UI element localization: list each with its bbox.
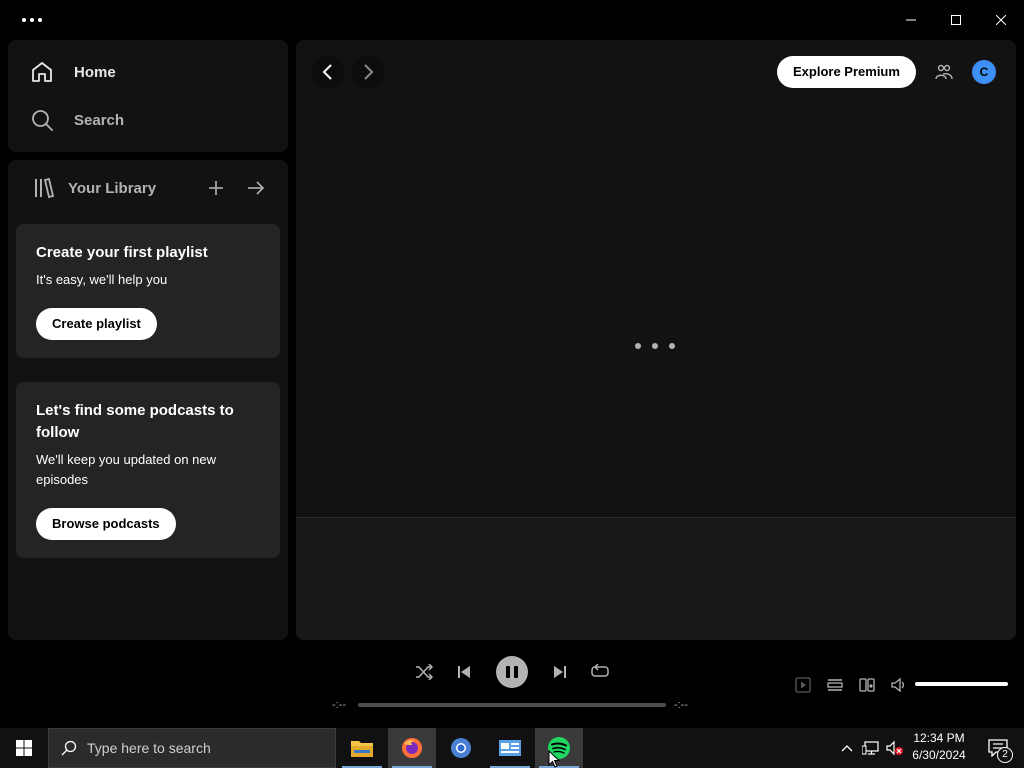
skip-forward-icon: [554, 666, 566, 678]
queue-icon: [827, 679, 843, 691]
previous-button[interactable]: [452, 660, 476, 684]
podcasts-subtitle: We'll keep you updated on new episodes: [36, 452, 217, 487]
remaining-time: -:--: [674, 699, 689, 711]
create-playlist-card: Create your first playlist It's easy, we…: [16, 224, 280, 358]
library-panel: Your Library Create your first playlist …: [8, 160, 288, 640]
podcasts-card: Let's find some podcasts to follow We'll…: [16, 382, 280, 558]
repeat-button[interactable]: [588, 660, 612, 684]
taskbar-search-input[interactable]: Type here to search: [48, 728, 336, 768]
expand-library-button[interactable]: [244, 176, 268, 200]
taskbar-control-panel[interactable]: [486, 728, 534, 768]
maximize-icon: [951, 15, 961, 25]
pause-icon: [506, 666, 510, 678]
devices-icon: [859, 678, 875, 692]
taskbar-file-explorer[interactable]: [338, 728, 386, 768]
play-pause-button[interactable]: [496, 656, 528, 688]
taskbar-chrome[interactable]: [437, 728, 485, 768]
main-view: Explore Premium C: [296, 40, 1016, 640]
shuffle-icon: [416, 664, 433, 680]
search-icon: [61, 740, 77, 756]
loading-indicator: [635, 343, 675, 349]
mouse-cursor-icon: [548, 750, 560, 768]
taskbar-firefox[interactable]: [388, 728, 436, 768]
plus-icon: [209, 181, 223, 195]
firefox-icon: [402, 738, 422, 758]
now-playing-icon: [795, 677, 811, 693]
arrow-right-icon: [248, 181, 265, 195]
network-button[interactable]: [859, 728, 883, 768]
chrome-icon: [451, 738, 471, 758]
avatar[interactable]: C: [972, 60, 996, 84]
minimize-button[interactable]: [888, 0, 934, 40]
browse-podcasts-button[interactable]: Browse podcasts: [36, 508, 176, 540]
queue-button[interactable]: [824, 674, 846, 696]
create-button[interactable]: [204, 176, 228, 200]
minimize-icon: [906, 19, 916, 21]
your-library-button[interactable]: Your Library: [32, 176, 156, 200]
chevron-up-icon: [841, 745, 853, 752]
friend-activity-button[interactable]: [932, 60, 956, 84]
nav-panel: Home Search: [8, 40, 288, 152]
podcasts-title: Let's find some podcasts to follow: [36, 402, 234, 441]
volume-icon: [891, 677, 905, 693]
taskbar: Type here to search 12:34 PM 6/30/2024 2: [0, 728, 1024, 768]
skip-back-icon: [458, 666, 470, 678]
create-playlist-subtitle: It's easy, we'll help you: [36, 272, 168, 287]
now-playing-view-button[interactable]: [792, 674, 814, 696]
taskbar-search-placeholder: Type here to search: [87, 740, 211, 756]
main-footer-area: [296, 517, 1016, 640]
library-title: Your Library: [68, 179, 157, 197]
network-icon: [862, 741, 879, 755]
home-icon: [32, 62, 52, 82]
nav-home-label: Home: [74, 63, 116, 81]
volume-slider[interactable]: [915, 682, 1008, 686]
search-icon: [32, 110, 53, 131]
maximize-button[interactable]: [933, 0, 979, 40]
show-hidden-icons-button[interactable]: [836, 728, 858, 768]
forward-button[interactable]: [352, 56, 384, 88]
create-playlist-button[interactable]: Create playlist: [36, 308, 157, 340]
title-bar: [0, 0, 1024, 40]
notification-count-badge: 2: [997, 747, 1013, 763]
action-center-button[interactable]: 2: [978, 728, 1018, 768]
back-button[interactable]: [312, 56, 344, 88]
friends-icon: [935, 64, 953, 80]
chevron-left-icon: [322, 64, 332, 80]
playback-progress-bar[interactable]: [358, 703, 666, 707]
close-icon: [996, 15, 1006, 25]
speaker-muted-icon: [886, 740, 903, 756]
next-button[interactable]: [548, 660, 572, 684]
nav-search-label: Search: [74, 111, 125, 129]
taskbar-clock[interactable]: 12:34 PM 6/30/2024: [904, 730, 974, 766]
windows-icon: [16, 740, 32, 756]
elapsed-time: -:--: [332, 699, 347, 711]
mute-button[interactable]: [888, 674, 910, 696]
shuffle-button[interactable]: [412, 660, 436, 684]
more-dots-icon[interactable]: [22, 8, 52, 32]
explore-premium-button[interactable]: Explore Premium: [777, 56, 916, 88]
volume-tray-button[interactable]: [884, 728, 906, 768]
clock-time: 12:34 PM: [913, 731, 965, 745]
clock-date: 6/30/2024: [912, 748, 966, 762]
repeat-icon: [591, 664, 609, 677]
create-playlist-title: Create your first playlist: [36, 244, 208, 261]
close-button[interactable]: [978, 0, 1024, 40]
nav-search[interactable]: Search: [30, 104, 124, 136]
nav-home[interactable]: Home: [30, 56, 116, 88]
pause-icon-bar: [514, 666, 518, 678]
folder-icon: [351, 741, 373, 757]
control-panel-icon: [499, 740, 521, 756]
start-button[interactable]: [0, 728, 48, 768]
chevron-right-icon: [364, 64, 374, 80]
connect-device-button[interactable]: [856, 674, 878, 696]
library-icon: [35, 177, 55, 199]
